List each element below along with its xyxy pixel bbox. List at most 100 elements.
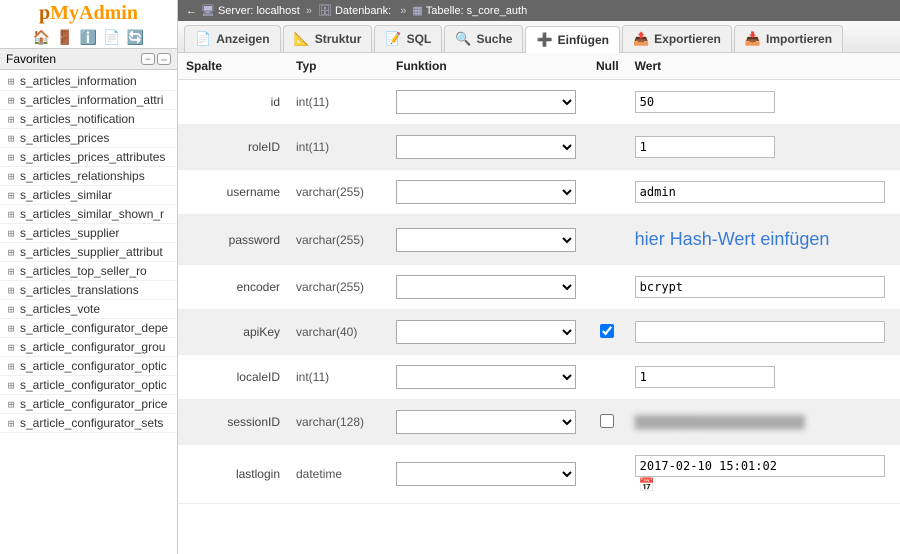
breadcrumb-table-label: Tabelle: [426,5,464,17]
function-select[interactable] [396,320,576,344]
tree-item-label: s_article_configurator_optic [20,359,167,373]
tree-expand-icon[interactable]: ⊞ [2,322,20,335]
tab-importieren[interactable]: 📥Importieren [734,25,843,52]
tab-label: SQL [407,32,432,46]
header-wert: Wert [627,53,900,80]
null-cell [588,125,627,170]
tree-expand-icon[interactable]: ⊞ [2,265,20,278]
value-input[interactable] [635,136,775,158]
breadcrumb-table-value: s_core_auth [467,5,528,17]
reload-icon[interactable]: 🔄 [127,29,144,46]
tree-item[interactable]: ⊞s_article_configurator_depe [0,319,177,338]
function-select[interactable] [396,410,576,434]
tree-item[interactable]: ⊞s_articles_prices_attributes [0,148,177,167]
value-input[interactable] [635,91,775,113]
tree-expand-icon[interactable]: ⊞ [2,94,20,107]
tree-item[interactable]: ⊞s_articles_supplier [0,224,177,243]
column-name: localeID [178,355,288,400]
value-input[interactable] [635,276,885,298]
tree-item[interactable]: ⊞s_articles_vote [0,300,177,319]
tree-item[interactable]: ⊞s_article_configurator_optic [0,357,177,376]
breadcrumb: ← 🖥 Server: localhost » 🗄 Datenbank: » ▦… [178,0,900,21]
function-cell [388,170,588,215]
collapse-icon[interactable]: − [141,53,155,65]
header-spalte: Spalte [178,53,288,80]
tab-exportieren[interactable]: 📤Exportieren [622,25,732,52]
null-checkbox[interactable] [600,414,614,428]
tree-item[interactable]: ⊞s_articles_information_attri [0,91,177,110]
tree-item[interactable]: ⊞s_article_configurator_price [0,395,177,414]
docs-icon[interactable]: 📄 [103,29,120,46]
tree-expand-icon[interactable]: ⊞ [2,170,20,183]
tree-expand-icon[interactable]: ⊞ [2,189,20,202]
form-row-lastlogin: lastlogindatetime📅 [178,445,900,504]
breadcrumb-table[interactable]: ▦ Tabelle: s_core_auth [412,4,527,17]
tree-item[interactable]: ⊞s_articles_supplier_attribut [0,243,177,262]
tree-expand-icon[interactable]: ⊞ [2,246,20,259]
tree-item[interactable]: ⊞s_articles_notification [0,110,177,129]
suche-tab-icon: 🔍 [455,31,471,47]
tab-anzeigen[interactable]: 📄Anzeigen [184,25,281,52]
logout-icon[interactable]: 🚪 [56,29,73,46]
tree-expand-icon[interactable]: ⊞ [2,360,20,373]
function-select[interactable] [396,462,576,486]
tree-expand-icon[interactable]: ⊞ [2,208,20,221]
breadcrumb-database[interactable]: 🗄 Datenbank: [318,4,394,17]
breadcrumb-separator: » [400,5,406,17]
tree-item[interactable]: ⊞s_articles_prices [0,129,177,148]
tree-item[interactable]: ⊞s_article_configurator_optic [0,376,177,395]
tab-suche[interactable]: 🔍Suche [444,25,523,52]
tree-item-label: s_articles_prices [20,131,109,145]
tree-item[interactable]: ⊞s_articles_top_seller_ro [0,262,177,281]
app-logo: pMyAdmin [39,2,138,25]
tree-item[interactable]: ⊞s_article_configurator_grou [0,338,177,357]
tree-expand-icon[interactable]: ⊞ [2,341,20,354]
breadcrumb-back-icon[interactable]: ← [186,5,197,17]
tree-expand-icon[interactable]: ⊞ [2,379,20,392]
tree-item-label: s_article_configurator_price [20,397,167,411]
tree-item[interactable]: ⊞s_articles_information [0,72,177,91]
tree-item[interactable]: ⊞s_articles_similar [0,186,177,205]
tree-expand-icon[interactable]: ⊞ [2,227,20,240]
function-select[interactable] [396,365,576,389]
tree-expand-icon[interactable]: ⊞ [2,132,20,145]
server-icon: 🖥 [201,4,215,17]
function-select[interactable] [396,180,576,204]
null-checkbox[interactable] [600,324,614,338]
value-input[interactable] [635,181,885,203]
tree-expand-icon[interactable]: ⊞ [2,113,20,126]
tree-item-label: s_articles_similar_shown_r [20,207,164,221]
calendar-icon[interactable]: 📅 [639,477,655,493]
tree-item[interactable]: ⊞s_articles_similar_shown_r [0,205,177,224]
function-select[interactable] [396,228,576,252]
tree-item-label: s_articles_supplier_attribut [20,245,163,259]
tab-struktur[interactable]: 📐Struktur [283,25,373,52]
column-type: varchar(255) [288,265,388,310]
tab-sql[interactable]: 📝SQL [374,25,442,52]
tab-einfügen[interactable]: ➕Einfügen [525,26,620,53]
function-select[interactable] [396,135,576,159]
tree-expand-icon[interactable]: ⊞ [2,151,20,164]
content-area: Spalte Typ Funktion Null Wert idint(11)r… [178,53,900,554]
value-input[interactable] [635,366,775,388]
null-cell [588,445,627,504]
tree-item[interactable]: ⊞s_articles_relationships [0,167,177,186]
value-input[interactable] [635,321,885,343]
tree-expand-icon[interactable]: ⊞ [2,75,20,88]
info-icon[interactable]: ℹ️ [80,29,97,46]
tree-expand-icon[interactable]: ⊞ [2,398,20,411]
breadcrumb-server-label: Server: [218,5,253,17]
function-select[interactable] [396,275,576,299]
tree-expand-icon[interactable]: ⊞ [2,303,20,316]
tree-item[interactable]: ⊞s_articles_translations [0,281,177,300]
tree-item[interactable]: ⊞s_article_configurator_sets [0,414,177,433]
home-icon[interactable]: 🏠 [33,29,50,46]
breadcrumb-server[interactable]: 🖥 Server: localhost [201,4,300,17]
tree-expand-icon[interactable]: ⊞ [2,284,20,297]
link-icon[interactable]: ⇔ [157,53,171,65]
importieren-tab-icon: 📥 [745,31,761,47]
null-cell [588,80,627,125]
function-select[interactable] [396,90,576,114]
tree-expand-icon[interactable]: ⊞ [2,417,20,430]
value-input[interactable] [635,455,885,477]
